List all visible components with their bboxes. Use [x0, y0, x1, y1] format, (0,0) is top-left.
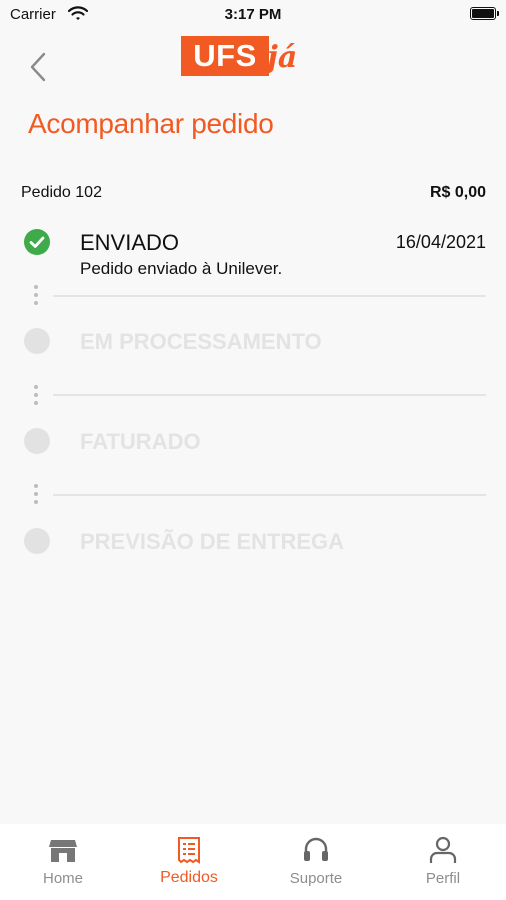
chevron-left-icon	[30, 52, 46, 82]
logo-script-text: já	[267, 40, 298, 75]
step-title-faturado: FATURADO	[80, 429, 201, 454]
step-divider	[53, 394, 486, 396]
headset-icon	[304, 837, 328, 861]
step-pending-circle-icon	[24, 328, 50, 354]
step-connector	[34, 484, 38, 506]
order-total: R$ 0,00	[429, 184, 486, 201]
person-icon	[429, 836, 457, 863]
step-pending-circle-icon	[24, 428, 50, 454]
step-date: 16/04/2021	[395, 232, 486, 252]
step-description: Pedido enviado à Unilever.	[80, 259, 283, 278]
tab-home-label: Home	[42, 870, 83, 887]
check-icon	[29, 236, 45, 248]
status-bar: Carrier 3:17 PM	[0, 0, 506, 30]
battery-icon	[470, 7, 499, 20]
step-divider	[53, 494, 486, 496]
tab-suporte-label: Suporte	[289, 870, 343, 887]
tab-pedidos-label: Pedidos	[160, 869, 218, 886]
step-title-previsao: PREVISÃO DE ENTREGA	[80, 529, 345, 554]
step-done-check-icon	[24, 229, 50, 255]
order-summary: Pedido 102 R$ 0,00	[21, 184, 486, 206]
step-title-enviado: ENVIADO	[80, 230, 180, 255]
tab-bar: Home Pedidos Suporte Perfil	[0, 824, 506, 900]
store-icon	[49, 840, 77, 862]
tab-suporte[interactable]: Suporte	[253, 824, 379, 900]
order-number: Pedido 102	[21, 184, 102, 201]
step-connector	[34, 285, 38, 307]
step-connector	[34, 385, 38, 407]
tab-home[interactable]: Home	[0, 824, 126, 900]
step-title-processamento: EM PROCESSAMENTO	[80, 329, 322, 354]
back-button[interactable]	[28, 52, 48, 82]
status-time: 3:17 PM	[224, 6, 282, 23]
logo-main-text: UFS	[181, 36, 269, 76]
tab-perfil-label: Perfil	[425, 870, 461, 887]
step-pending-circle-icon	[24, 528, 50, 554]
app-logo: UFS já	[181, 36, 331, 94]
step-divider	[53, 295, 486, 297]
tab-pedidos[interactable]: Pedidos	[126, 824, 252, 900]
page-title: Acompanhar pedido	[28, 108, 274, 139]
tab-perfil[interactable]: Perfil	[380, 824, 506, 900]
receipt-icon	[178, 837, 200, 864]
